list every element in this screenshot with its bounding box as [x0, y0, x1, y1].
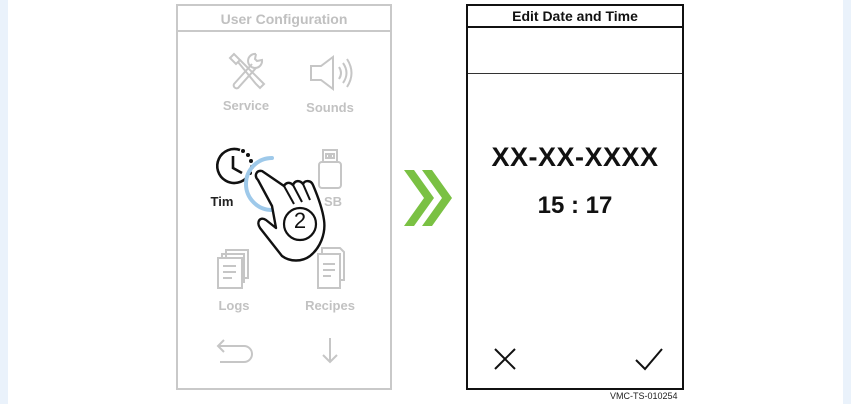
subheader-area — [468, 28, 682, 74]
date-value[interactable]: XX-XX-XXXX — [468, 142, 682, 173]
tools-icon — [228, 52, 266, 90]
edit-date-time-title: Edit Date and Time — [468, 6, 682, 28]
reference-code: VMC-TS-010254 — [610, 391, 678, 401]
back-arrow-icon[interactable] — [214, 336, 258, 366]
checkmark-icon[interactable] — [634, 346, 664, 372]
step-number: 2 — [293, 208, 307, 233]
close-icon[interactable] — [492, 346, 518, 372]
speaker-icon — [310, 55, 353, 91]
tile-service-label: Service — [222, 98, 270, 113]
tile-sounds[interactable]: Sounds — [290, 50, 370, 120]
tile-sounds-label: Sounds — [306, 100, 354, 115]
tile-service[interactable]: Service — [206, 50, 286, 120]
user-configuration-title: User Configuration — [178, 6, 390, 32]
tile-recipes-label: Recipes — [305, 298, 355, 313]
down-arrow-icon[interactable] — [320, 336, 340, 366]
tile-logs-label: Logs — [218, 298, 250, 313]
logs-icon — [217, 249, 249, 289]
time-value[interactable]: 15 : 17 — [468, 192, 682, 220]
double-chevron-right-icon — [404, 170, 452, 226]
edit-date-time-screen: Edit Date and Time XX-XX-XXXX 15 : 17 — [466, 4, 684, 390]
